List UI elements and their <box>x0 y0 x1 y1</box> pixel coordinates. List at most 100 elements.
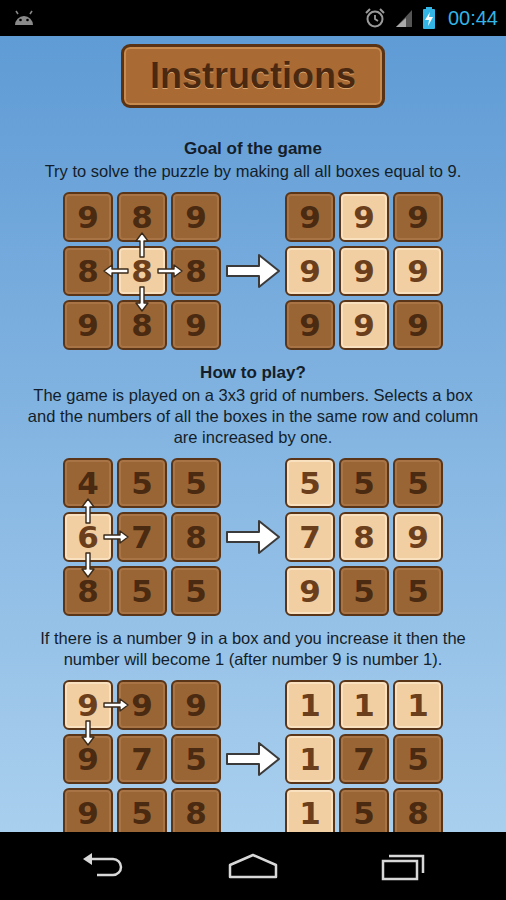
result-arrow-icon <box>225 251 281 291</box>
tile-number: 5 <box>131 468 153 499</box>
tile: 5 <box>339 566 389 616</box>
tile: 5 <box>339 458 389 508</box>
title: Instructions <box>150 55 356 97</box>
tile-number: 9 <box>407 522 429 553</box>
grid-before: 989888989 <box>63 192 221 350</box>
section-text: Try to solve the puzzle by making all al… <box>45 161 462 182</box>
tile-number: 8 <box>131 310 153 341</box>
grid-before: 455678855 <box>63 458 221 616</box>
arrow-right-icon <box>103 698 129 712</box>
tile: 9 <box>285 192 335 242</box>
tile-number: 1 <box>299 744 321 775</box>
tile-number: 9 <box>77 744 99 775</box>
screen: 00:44 Instructions Goal of the gameTry to … <box>0 0 506 900</box>
tile: 9 <box>63 788 113 832</box>
tile-number: 7 <box>299 522 321 553</box>
tile: 7 <box>339 734 389 784</box>
tile: 8 <box>393 788 443 832</box>
home-icon[interactable] <box>226 851 280 881</box>
tile-number: 9 <box>299 576 321 607</box>
android-icon <box>12 8 36 28</box>
tile: 9 <box>63 300 113 350</box>
tile: 5 <box>393 458 443 508</box>
tile-number: 5 <box>353 798 375 829</box>
tile: 8 <box>171 788 221 832</box>
tile-number: 5 <box>353 576 375 607</box>
tile: 1 <box>393 680 443 730</box>
tile: 9 <box>339 246 389 296</box>
example: 989888989999999999 <box>63 192 443 350</box>
tile: 1 <box>285 788 335 832</box>
tile-number: 9 <box>407 202 429 233</box>
tile: 9 <box>393 512 443 562</box>
tile-number: 8 <box>185 256 207 287</box>
tile: 5 <box>285 458 335 508</box>
tile: 5 <box>393 734 443 784</box>
tile-number: 5 <box>407 468 429 499</box>
grid-after: 555789955 <box>285 458 443 616</box>
tile: 9 <box>171 192 221 242</box>
section-heading: How to play? <box>200 362 306 384</box>
tile: 7 <box>285 512 335 562</box>
example: 455678855555789955 <box>63 458 443 616</box>
tile: 8 <box>117 246 167 296</box>
tile-number: 9 <box>407 256 429 287</box>
tile-number: 9 <box>77 690 99 721</box>
tile-number: 9 <box>77 202 99 233</box>
result-arrow-icon <box>225 517 281 557</box>
arrow-right-icon <box>103 530 129 544</box>
tile: 9 <box>63 680 113 730</box>
tile: 5 <box>393 566 443 616</box>
tile: 9 <box>285 246 335 296</box>
tile-number: 5 <box>407 576 429 607</box>
tile: 9 <box>393 246 443 296</box>
arrow-left-icon <box>103 264 129 278</box>
tile-number: 9 <box>185 202 207 233</box>
grid-after: 999999999 <box>285 192 443 350</box>
back-icon[interactable] <box>79 851 127 881</box>
recents-icon[interactable] <box>379 851 427 881</box>
tile: 9 <box>393 300 443 350</box>
tile-number: 9 <box>77 798 99 829</box>
tile: 9 <box>285 566 335 616</box>
tile: 1 <box>285 734 335 784</box>
alarm-icon <box>364 7 386 29</box>
tile-number: 7 <box>131 744 153 775</box>
arrow-up-icon <box>81 498 95 524</box>
tile-number: 5 <box>407 744 429 775</box>
example: 999975958111175158 <box>63 680 443 832</box>
tile-number: 8 <box>77 256 99 287</box>
tile-number: 9 <box>131 690 153 721</box>
tile-number: 5 <box>353 468 375 499</box>
tile: 5 <box>117 458 167 508</box>
nav-bar <box>0 832 506 900</box>
tile: 5 <box>171 566 221 616</box>
tile-number: 8 <box>185 522 207 553</box>
tile-number: 5 <box>131 798 153 829</box>
status-bar: 00:44 <box>0 0 506 36</box>
arrow-right-icon <box>157 264 183 278</box>
instructions-page: Instructions Goal of the gameTry to solve… <box>0 36 506 832</box>
tile: 5 <box>117 788 167 832</box>
clock: 00:44 <box>448 7 498 30</box>
tile-number: 8 <box>131 256 153 287</box>
tile-number: 7 <box>353 744 375 775</box>
tile: 1 <box>285 680 335 730</box>
tile-number: 9 <box>407 310 429 341</box>
tile: 1 <box>339 680 389 730</box>
tile-number: 5 <box>185 468 207 499</box>
tile-number: 5 <box>299 468 321 499</box>
tile: 7 <box>117 734 167 784</box>
result-arrow-icon <box>225 739 281 779</box>
tile-number: 7 <box>131 522 153 553</box>
tile-number: 1 <box>353 690 375 721</box>
section-heading: Goal of the game <box>184 138 322 160</box>
tile: 9 <box>393 192 443 242</box>
tile: 5 <box>117 566 167 616</box>
tile-number: 9 <box>353 310 375 341</box>
tile-number: 9 <box>185 690 207 721</box>
tile: 6 <box>63 512 113 562</box>
tile: 9 <box>63 192 113 242</box>
battery-icon <box>422 6 436 30</box>
tile-number: 9 <box>185 310 207 341</box>
